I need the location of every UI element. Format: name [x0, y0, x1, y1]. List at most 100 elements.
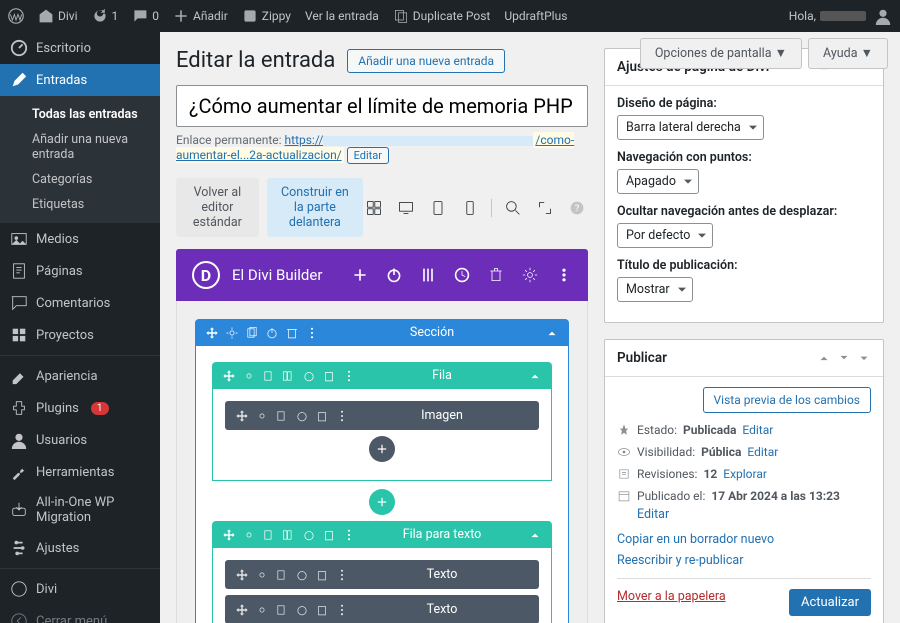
trash-icon[interactable]	[322, 528, 336, 542]
module-image[interactable]: Imagen	[225, 401, 539, 430]
duplicate-post-link[interactable]: Duplicate Post	[393, 8, 491, 24]
trash-icon[interactable]	[315, 603, 329, 617]
columns-icon[interactable]	[282, 528, 296, 542]
power-icon[interactable]	[302, 528, 316, 542]
rewrite-link[interactable]: Reescribir y re-publicar	[617, 553, 743, 568]
update-button[interactable]: Actualizar	[789, 589, 871, 616]
copy-icon[interactable]	[262, 528, 276, 542]
module-text-1[interactable]: Texto	[225, 560, 539, 589]
posttitle-dropdown[interactable]: Mostrar	[617, 277, 693, 302]
module-text-2[interactable]: Texto	[225, 595, 539, 623]
power-icon[interactable]	[295, 568, 309, 582]
resize-icon[interactable]	[534, 197, 556, 219]
submenu-add-post[interactable]: Añadir una nueva entrada	[0, 127, 160, 167]
help-button[interactable]: Ayuda ▼	[808, 38, 888, 69]
zoom-icon[interactable]	[502, 197, 524, 219]
menu-posts[interactable]: Entradas	[0, 64, 160, 96]
front-builder-button[interactable]: Construir en la parte delantera	[267, 178, 363, 237]
gear-icon[interactable]	[242, 369, 256, 383]
wireframe-icon[interactable]	[363, 197, 385, 219]
trash-icon[interactable]	[315, 568, 329, 582]
edit-pubdate-link[interactable]: Editar	[637, 507, 669, 522]
add-row-button[interactable]	[369, 489, 395, 515]
updraft-link[interactable]: UpdraftPlus	[504, 9, 567, 23]
move-icon[interactable]	[235, 568, 249, 582]
dotnav-dropdown[interactable]: Apagado	[617, 169, 699, 194]
menu-appearance[interactable]: Apariencia	[0, 360, 160, 392]
add-new-link[interactable]: Añadir	[173, 8, 228, 24]
submenu-categories[interactable]: Categorías	[0, 167, 160, 192]
move-icon[interactable]	[222, 369, 236, 383]
menu-media[interactable]: Medios	[0, 223, 160, 255]
view-post-link[interactable]: Ver la entrada	[305, 9, 379, 23]
preview-button[interactable]: Vista previa de los cambios	[703, 387, 871, 413]
power-icon[interactable]	[295, 409, 309, 423]
screen-options-button[interactable]: Opciones de pantalla ▼	[640, 38, 802, 69]
more-icon[interactable]	[342, 369, 356, 383]
power-icon[interactable]	[265, 326, 279, 340]
add-new-button[interactable]: Añadir una nueva entrada	[347, 49, 505, 73]
submenu-tags[interactable]: Etiquetas	[0, 192, 160, 217]
chevron-up-icon[interactable]	[528, 369, 542, 383]
trash-link[interactable]: Mover a la papelera	[617, 589, 726, 604]
add-module-button[interactable]	[369, 436, 395, 462]
permalink-prefix[interactable]: https://	[285, 133, 324, 147]
more-icon[interactable]	[305, 326, 319, 340]
desktop-icon[interactable]	[395, 197, 417, 219]
gear-icon[interactable]	[255, 409, 269, 423]
power-icon[interactable]	[295, 603, 309, 617]
section-bar[interactable]: Sección	[195, 319, 569, 346]
copy-icon[interactable]	[245, 326, 259, 340]
phone-icon[interactable]	[459, 197, 481, 219]
wp-logo-icon[interactable]	[8, 8, 24, 24]
chevron-down-icon[interactable]	[837, 351, 851, 365]
move-icon[interactable]	[235, 603, 249, 617]
gear-icon[interactable]	[255, 603, 269, 617]
more-icon[interactable]	[335, 409, 349, 423]
copy-icon[interactable]	[275, 409, 289, 423]
copy-icon[interactable]	[262, 369, 276, 383]
menu-projects[interactable]: Proyectos	[0, 319, 160, 351]
layout-dropdown[interactable]: Barra lateral derecha	[617, 115, 764, 140]
more-icon[interactable]	[335, 568, 349, 582]
greeting[interactable]: Hola,	[789, 7, 892, 25]
trash-icon[interactable]	[315, 409, 329, 423]
more-icon[interactable]	[342, 528, 356, 542]
browse-rev-link[interactable]: Explorar	[723, 467, 767, 481]
post-title-input[interactable]	[176, 85, 588, 127]
menu-dashboard[interactable]: Escritorio	[0, 32, 160, 64]
tablet-icon[interactable]	[427, 197, 449, 219]
gear-icon[interactable]	[242, 528, 256, 542]
columns-icon[interactable]	[282, 369, 296, 383]
chevron-up-icon[interactable]	[528, 528, 542, 542]
divi-trash-icon[interactable]	[488, 267, 504, 283]
comments-link[interactable]: 0	[132, 8, 159, 24]
edit-state-link[interactable]: Editar	[742, 423, 773, 437]
menu-users[interactable]: Usuarios	[0, 424, 160, 456]
menu-collapse[interactable]: Cerrar menú	[0, 605, 160, 623]
gear-icon[interactable]	[255, 568, 269, 582]
trash-icon[interactable]	[322, 369, 336, 383]
move-icon[interactable]	[235, 409, 249, 423]
chevron-up-icon[interactable]	[817, 351, 831, 365]
row-text-bar[interactable]: Fila para texto	[212, 521, 552, 548]
move-icon[interactable]	[205, 326, 219, 340]
menu-settings[interactable]: Ajustes	[0, 532, 160, 564]
copy-icon[interactable]	[275, 568, 289, 582]
divi-power-icon[interactable]	[386, 267, 402, 283]
divi-add-icon[interactable]	[352, 267, 368, 283]
submenu-all-posts[interactable]: Todas las entradas	[0, 102, 160, 127]
menu-pages[interactable]: Páginas	[0, 255, 160, 287]
divi-sliders-icon[interactable]	[420, 267, 436, 283]
more-icon[interactable]	[335, 603, 349, 617]
caret-toggle-icon[interactable]	[857, 351, 871, 365]
updates-link[interactable]: 1	[92, 8, 119, 24]
move-icon[interactable]	[222, 528, 236, 542]
menu-comments[interactable]: Comentarios	[0, 287, 160, 319]
menu-divi[interactable]: Divi	[0, 573, 160, 605]
divi-history-icon[interactable]	[454, 267, 470, 283]
gear-icon[interactable]	[225, 326, 239, 340]
copy-draft-link[interactable]: Copiar en un borrador nuevo	[617, 532, 774, 547]
info-icon[interactable]: ?	[566, 197, 588, 219]
site-link[interactable]: Divi	[38, 8, 78, 24]
